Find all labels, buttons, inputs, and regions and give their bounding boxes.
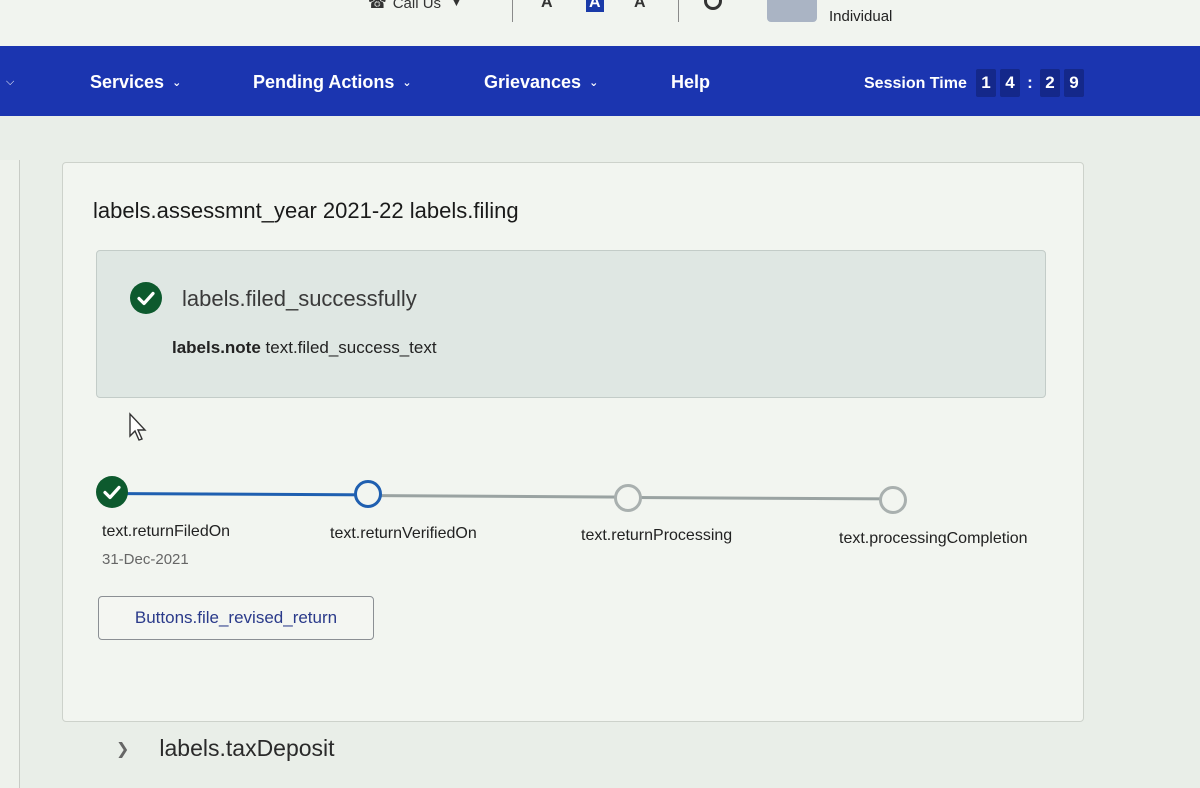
nav-item-label: Services [90,72,165,92]
timer-digit: 1 [976,69,996,97]
success-message-box [96,250,1046,398]
timer-separator: : [1027,73,1033,92]
chevron-down-icon: ▼ [451,0,462,9]
contrast-icon[interactable] [704,0,722,10]
nav-item-help[interactable]: Help [671,72,710,93]
check-circle-icon [130,282,162,314]
step-circle-pending [879,486,907,514]
user-type-label: Individual [829,8,893,25]
mouse-cursor-icon [129,412,147,441]
chevron-down-icon: ⌄ [172,77,182,89]
divider [512,0,513,22]
font-size-large-button[interactable]: A [634,0,646,12]
step-label-return-filed: text.returnFiledOn [102,523,231,540]
session-timer: 1 4 : 2 9 [976,69,1084,97]
nav-item-services[interactable]: Services ⌄ [90,72,181,93]
call-us-label: Call Us [392,0,442,12]
step-label-return-verified: text.returnVerifiedOn [330,525,477,542]
step-date-return-filed: 31-Dec-2021 [102,551,189,568]
page-title: labels.assessmnt_year 2021-22 labels.fil… [93,198,519,223]
success-title: labels.filed_successfully [182,286,417,311]
chevron-down-icon[interactable]: ⌵ [6,76,14,89]
tax-deposit-label: labels.taxDeposit [159,735,335,761]
top-utility-bar: ☎ Call Us ▼ A A A Individual [0,0,1200,46]
nav-item-label: Grievances [484,72,582,92]
timer-digit: 2 [1040,69,1060,97]
chevron-right-icon: ❯ [116,740,130,758]
file-revised-return-button[interactable]: Buttons.file_revised_return [98,596,374,640]
side-panel [0,160,20,788]
session-time-label: Session Time [864,75,967,92]
font-size-small-button[interactable]: A [541,0,553,12]
step-circle-pending [614,484,642,512]
divider [678,0,679,22]
nav-item-label: Pending Actions [253,72,395,92]
step-circle-current [354,480,382,508]
success-note: labels.note text.filed_success_text [172,338,437,358]
font-size-medium-button[interactable]: A [586,0,604,12]
phone-icon: ☎ [368,0,387,12]
nav-item-label: Help [671,72,711,92]
step-label-return-processing: text.returnProcessing [581,527,733,544]
step-label-processing-completion: text.processingCompletion [839,530,1028,547]
note-label: labels.note [172,338,261,357]
timer-digit: 9 [1064,69,1084,97]
chevron-down-icon: ⌄ [589,77,599,89]
chevron-down-icon: ⌄ [402,77,412,89]
note-text: text.filed_success_text [265,338,437,357]
avatar[interactable] [767,0,817,22]
tax-deposit-accordion[interactable]: ❯ labels.taxDeposit [116,735,335,762]
nav-item-pending-actions[interactable]: Pending Actions ⌄ [253,72,412,93]
timer-digit: 4 [1000,69,1020,97]
nav-item-grievances[interactable]: Grievances ⌄ [484,72,598,93]
call-us-menu[interactable]: ☎ Call Us ▼ [368,0,462,12]
main-navigation: ⌵ Services ⌄ Pending Actions ⌄ Grievance… [0,46,1200,116]
step-completed-check-icon [96,476,128,508]
